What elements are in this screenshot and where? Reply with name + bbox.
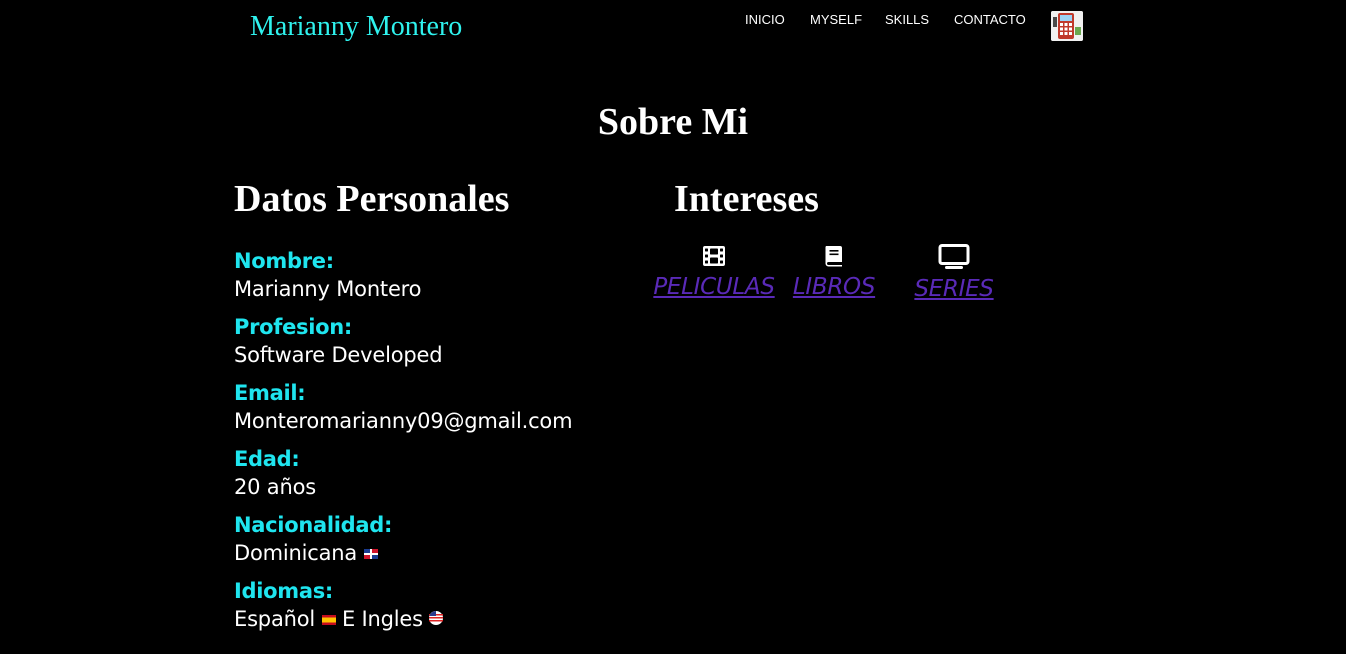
interest-link[interactable]: PELICULAS xyxy=(653,274,775,300)
interest-link[interactable]: SERIES xyxy=(914,276,994,302)
nav-skills[interactable]: SKILLS xyxy=(885,12,929,27)
intereses-heading: Intereses xyxy=(674,178,819,220)
field-label: Nombre: xyxy=(234,249,334,273)
interest-peliculas[interactable]: PELICULAS xyxy=(653,244,775,300)
spain-flag-icon xyxy=(321,603,336,633)
field-value: Español E Ingles xyxy=(234,604,634,635)
field-value: Dominicana xyxy=(234,538,634,569)
list-item: Profesion: Software Developed xyxy=(234,314,634,380)
field-label: Idiomas: xyxy=(234,579,334,603)
datos-heading: Datos Personales xyxy=(234,178,510,220)
language-text: E Ingles xyxy=(341,607,423,631)
list-item: Nombre: Marianny Montero xyxy=(234,248,634,314)
interest-link[interactable]: LIBROS xyxy=(792,274,876,300)
field-value: Monteromarianny09@gmail.com xyxy=(234,409,573,433)
list-item: Nacionalidad: Dominicana xyxy=(234,512,634,578)
field-value: 20 años xyxy=(234,475,316,499)
nav-inicio[interactable]: INICIO xyxy=(745,12,785,27)
nav-myself[interactable]: MYSELF xyxy=(810,12,862,27)
film-icon xyxy=(653,244,775,272)
calculator-icon[interactable] xyxy=(1051,11,1083,41)
field-label: Edad: xyxy=(234,447,300,471)
personal-data-list: Nombre: Marianny Montero Profesion: Soft… xyxy=(234,248,634,644)
nav-contacto[interactable]: CONTACTO xyxy=(954,12,1026,27)
language-text: Español xyxy=(234,607,316,631)
interest-series[interactable]: SERIES xyxy=(914,244,994,302)
nationality-text: Dominicana xyxy=(234,541,358,565)
tv-icon xyxy=(914,244,994,274)
dominican-flag-icon xyxy=(363,537,378,567)
field-label: Profesion: xyxy=(234,315,353,339)
page-title: Sobre Mi xyxy=(597,101,749,143)
interest-libros[interactable]: LIBROS xyxy=(792,244,876,300)
book-icon xyxy=(792,244,876,272)
list-item: Edad: 20 años xyxy=(234,446,634,512)
list-item: Idiomas: Español E Ingles xyxy=(234,578,634,644)
field-label: Email: xyxy=(234,381,306,405)
brand-title[interactable]: Marianny Montero xyxy=(250,11,462,43)
field-value: Software Developed xyxy=(234,343,443,367)
list-item: Email: Monteromarianny09@gmail.com xyxy=(234,380,634,446)
field-value: Marianny Montero xyxy=(234,277,422,301)
field-label: Nacionalidad: xyxy=(234,513,393,537)
usa-flag-icon xyxy=(429,603,444,633)
